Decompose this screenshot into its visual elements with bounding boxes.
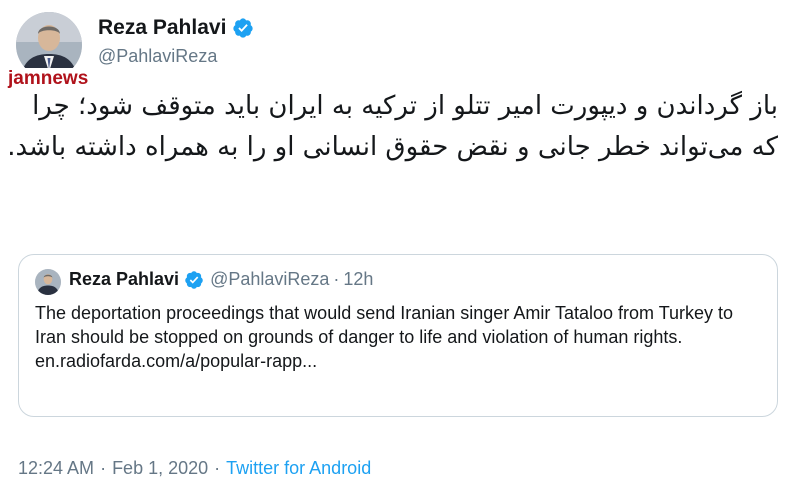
verified-badge-icon	[185, 270, 203, 289]
quoted-text-block: The deportation proceedings that would s…	[35, 301, 763, 373]
meta-separator: ·	[100, 458, 107, 478]
quoted-time: 12h	[343, 269, 374, 289]
quoted-tweet-card[interactable]: Reza Pahlavi @PahlaviReza · 12h The depo…	[18, 254, 778, 417]
author-name[interactable]: Reza Pahlavi	[98, 16, 226, 40]
tweet-time[interactable]: 12:24 AM	[18, 458, 94, 479]
avatar-portrait-icon	[35, 269, 61, 295]
quoted-avatar	[35, 269, 61, 295]
tweet-source-link[interactable]: Twitter for Android	[226, 458, 371, 479]
quoted-header: Reza Pahlavi @PahlaviReza · 12h	[69, 269, 373, 290]
verified-badge-icon	[233, 18, 254, 38]
quoted-author-name: Reza Pahlavi	[69, 269, 180, 289]
tweet-text: باز گرداندن و دیپورت امیر تتلو از ترکیه …	[7, 91, 778, 162]
quoted-author-handle: @PahlaviReza	[210, 269, 330, 289]
tweet-meta: 12:24 AM · Feb 1, 2020 · Twitter for And…	[18, 458, 371, 479]
meta-separator: ·	[214, 458, 221, 478]
tweet-header: Reza Pahlavi @PahlaviReza	[12, 10, 412, 78]
quoted-separator: ·	[333, 269, 340, 289]
quoted-text: The deportation proceedings that would s…	[35, 303, 734, 347]
author-handle[interactable]: @PahlaviReza	[98, 46, 217, 67]
quoted-link[interactable]: en.radiofarda.com/a/popular-rapp...	[35, 349, 763, 373]
tweet-date[interactable]: Feb 1, 2020	[112, 458, 208, 479]
